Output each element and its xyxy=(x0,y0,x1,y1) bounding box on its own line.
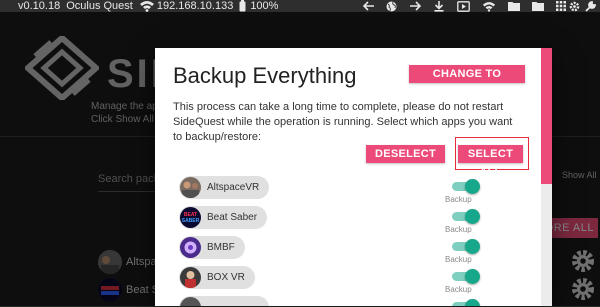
dialog-title: Backup Everything xyxy=(173,63,357,88)
wifi-icon[interactable] xyxy=(481,0,497,12)
backup-label: Backup xyxy=(445,255,472,264)
backup-toggle[interactable] xyxy=(452,209,480,224)
folder-icon[interactable] xyxy=(530,0,546,12)
backup-toggle[interactable] xyxy=(452,239,480,254)
backup-toggle[interactable] xyxy=(452,269,480,284)
backup-toggle[interactable] xyxy=(452,299,480,306)
svg-text:SABER: SABER xyxy=(182,218,200,224)
device-name: Oculus Quest xyxy=(66,0,133,12)
app-chip: BMBF xyxy=(179,236,245,259)
box-vr-icon xyxy=(180,267,201,288)
battery-level: 100% xyxy=(250,0,279,12)
version-label: v0.10.18 xyxy=(18,0,61,12)
app-name: BMBF xyxy=(207,242,235,253)
globe-icon[interactable] xyxy=(383,0,399,12)
app-name: AltspaceVR xyxy=(207,182,260,193)
altspacevr-icon xyxy=(180,177,201,198)
app-icon xyxy=(180,297,201,306)
app-name: Beat Saber xyxy=(207,212,258,223)
change-to-restore-button[interactable]: CHANGE TO RESTORE xyxy=(409,65,525,98)
backup-toggle[interactable] xyxy=(452,179,480,194)
beat-saber-icon: BEAT SABER xyxy=(180,207,201,228)
backup-label: Backup xyxy=(445,285,472,294)
wifi-icon xyxy=(139,0,155,12)
deselect-all-button[interactable]: DESELECT ALL xyxy=(366,145,445,178)
folder-icon[interactable] xyxy=(506,0,522,12)
select-all-button[interactable]: SELECT ALL xyxy=(458,145,523,178)
app-chip: BEAT SABER Beat Saber xyxy=(179,206,268,229)
ip-address: 192.168.10.133 xyxy=(156,0,234,12)
forward-arrow-icon[interactable] xyxy=(407,0,423,12)
video-icon[interactable] xyxy=(455,0,471,12)
download-icon[interactable] xyxy=(431,0,447,12)
battery-icon xyxy=(239,0,247,12)
app-chip: AltspaceVR xyxy=(179,176,270,199)
wrench-icon[interactable] xyxy=(582,0,598,12)
app-name: BOX VR xyxy=(207,272,245,283)
scrollbar-thumb[interactable] xyxy=(541,48,552,184)
backup-label: Backup xyxy=(445,225,472,234)
backup-label: Backup xyxy=(445,195,472,204)
app-chip: BOX VR xyxy=(179,266,255,289)
settings-icon[interactable] xyxy=(566,0,582,12)
app-chip xyxy=(179,296,269,306)
back-arrow-icon[interactable] xyxy=(361,0,377,12)
bmbf-icon xyxy=(180,237,201,258)
status-bar: v0.10.18 Oculus Quest 192.168.10.133 100… xyxy=(0,0,600,12)
backup-dialog: Backup Everything CHANGE TO RESTORE This… xyxy=(155,48,552,306)
